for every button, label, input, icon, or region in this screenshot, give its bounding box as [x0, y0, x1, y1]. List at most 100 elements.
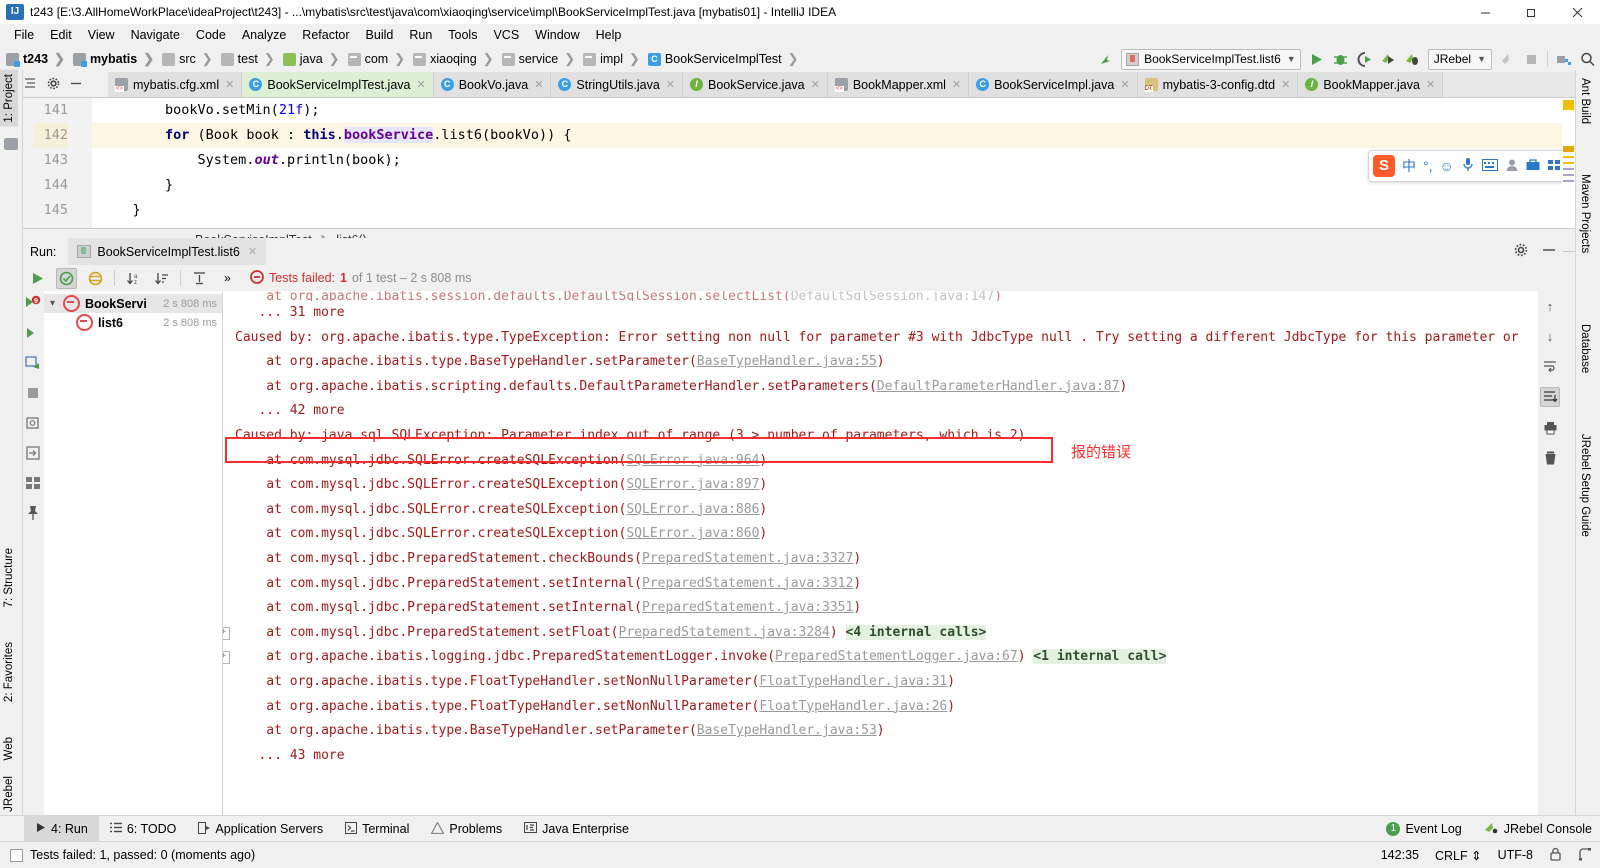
sidebar-item-favorites[interactable]: 2: Favorites [0, 638, 18, 706]
editor-tab-mybatis-cfg-xml[interactable]: mybatis.cfg.xml ✕ [108, 72, 243, 97]
console-link[interactable]: PreparedStatement.java:3284 [619, 625, 830, 640]
menu-window[interactable]: Window [527, 26, 587, 44]
menu-code[interactable]: Code [188, 26, 234, 44]
lock-icon[interactable] [1549, 847, 1562, 864]
punctuation-icon[interactable]: °, [1423, 158, 1433, 174]
close-tab-icon[interactable]: ✕ [534, 78, 543, 91]
internal-calls-badge[interactable]: <1 internal call> [1033, 649, 1167, 665]
editor-tab-bookserviceimpl-java[interactable]: C BookServiceImpl.java ✕ [969, 72, 1138, 97]
breadcrumb-item-test[interactable]: test ❯ [219, 51, 281, 67]
editor-tab-bookserviceimpltest-java[interactable]: C BookServiceImplTest.java ✕ [242, 72, 434, 97]
menu-run[interactable]: Run [401, 26, 440, 44]
run-with-coverage-icon[interactable] [1356, 51, 1373, 68]
print-icon[interactable] [1541, 419, 1559, 437]
menu-navigate[interactable]: Navigate [123, 26, 188, 44]
expand-collapse-icon[interactable] [190, 269, 209, 288]
show-ignored-toggle[interactable] [86, 269, 105, 288]
scroll-to-end-icon[interactable] [1540, 387, 1560, 407]
bottom-tab-terminal[interactable]: Terminal [334, 816, 420, 842]
test-results-tree[interactable]: ▾ BookServi 2 s 808 ms list6 2 s 808 ms [44, 291, 223, 816]
console-link[interactable]: BaseTypeHandler.java:55 [697, 354, 877, 369]
breadcrumb-item-bookserviceimpltest[interactable]: C BookServiceImplTest ❯ [646, 51, 805, 67]
scroll-up-icon[interactable]: ↑ [1541, 297, 1559, 315]
close-tab-icon[interactable]: ✕ [811, 78, 820, 91]
bottom-tab-problems[interactable]: Problems [420, 816, 513, 842]
export-icon[interactable] [25, 415, 41, 434]
console-link[interactable]: PreparedStatement.java:3351 [642, 600, 853, 615]
console-output[interactable]: at org.apache.ibatis.session.defaults.De… [223, 291, 1538, 816]
collapse-all-icon[interactable] [24, 77, 37, 93]
bottom-tab-java-enterprise[interactable]: Java Enterprise [513, 816, 640, 842]
close-tab-icon[interactable]: ✕ [1120, 78, 1129, 91]
bottom-tab-run[interactable]: 4: Run [24, 816, 99, 842]
hide-icon[interactable] [70, 77, 83, 93]
hide-window-icon[interactable] [1542, 243, 1556, 260]
sidebar-item-project[interactable]: 1: Project [0, 70, 18, 127]
breadcrumb-item-mybatis[interactable]: mybatis ❯ [71, 51, 160, 67]
console-link[interactable]: FloatTypeHandler.java:26 [759, 699, 947, 714]
line-separator[interactable]: CRLF ⇕ [1435, 848, 1482, 863]
console-link[interactable]: SQLError.java:897 [626, 477, 759, 492]
internal-calls-badge[interactable]: <4 internal calls> [845, 624, 987, 640]
editor-tab-bookmapper-xml[interactable]: BookMapper.xml ✕ [827, 72, 970, 97]
editor-tab-bookservice-java[interactable]: I BookService.java ✕ [683, 72, 828, 97]
console-link[interactable]: PreparedStatementLogger.java:67 [775, 649, 1018, 664]
console-link[interactable]: BaseTypeHandler.java:53 [697, 723, 877, 738]
sidebar-item-database[interactable]: Database [1576, 320, 1594, 377]
import-tests-icon[interactable] [25, 445, 41, 464]
breadcrumb-item-impl[interactable]: impl ❯ [581, 51, 646, 67]
menu-icon[interactable] [1547, 158, 1561, 174]
user-icon[interactable] [1505, 158, 1519, 175]
debug-icon[interactable] [1332, 51, 1349, 68]
keyboard-icon[interactable] [1481, 158, 1498, 174]
sidebar-item-ant-build[interactable]: Ant Build [1576, 74, 1594, 128]
sidebar-item-jrebel[interactable]: JRebel [0, 772, 18, 816]
test-tree-row-method[interactable]: list6 2 s 808 ms [44, 313, 222, 332]
pin-icon[interactable] [25, 505, 41, 524]
rerun-icon[interactable] [28, 269, 47, 288]
chevron-down-icon[interactable]: ▾ [50, 298, 63, 309]
trash-icon[interactable] [1541, 449, 1559, 467]
run-configuration-selector[interactable]: BookServiceImplTest.list6 ▼ [1121, 48, 1301, 70]
menu-tools[interactable]: Tools [440, 26, 485, 44]
breadcrumb-item-com[interactable]: com ❯ [346, 51, 412, 67]
test-tree-row-class[interactable]: ▾ BookServi 2 s 808 ms [44, 294, 222, 313]
menu-vcs[interactable]: VCS [485, 26, 527, 44]
editor-tab-bookmapper-java[interactable]: I BookMapper.java ✕ [1298, 72, 1444, 97]
more-actions-icon[interactable]: » [218, 269, 237, 288]
jrebel-debug-icon[interactable] [1404, 51, 1421, 68]
close-tab-icon[interactable]: ✕ [1281, 78, 1290, 91]
close-tab-icon[interactable]: ✕ [1426, 78, 1435, 91]
close-tab-icon[interactable]: ✕ [952, 78, 961, 91]
editor-error-stripe[interactable] [1562, 98, 1576, 218]
console-link[interactable]: PreparedStatement.java:3327 [642, 551, 853, 566]
close-button[interactable] [1554, 0, 1600, 24]
branch-icon[interactable] [1578, 847, 1592, 864]
editor-tab-mybatis-3-config-dtd[interactable]: mybatis-3-config.dtd ✕ [1137, 72, 1299, 97]
soft-wrap-icon[interactable] [1541, 357, 1559, 375]
sort-alphabetically-icon[interactable]: az [124, 269, 143, 288]
breadcrumb-item-t243[interactable]: t243 ❯ [4, 51, 71, 67]
console-link[interactable]: SQLError.java:860 [626, 526, 759, 541]
expand-internal-calls-icon[interactable]: + [223, 626, 230, 640]
emoji-icon[interactable]: ☺ [1440, 158, 1454, 174]
close-tab-icon[interactable]: ✕ [225, 78, 234, 91]
run-session-tab[interactable]: BookServiceImplTest.list6 ✕ [68, 238, 267, 265]
caret-position[interactable]: 142:35 [1381, 848, 1419, 862]
expand-internal-calls-icon[interactable]: + [223, 651, 230, 665]
file-encoding[interactable]: UTF-8 [1498, 848, 1533, 862]
sidebar-item-structure[interactable]: 7: Structure [0, 544, 18, 611]
toggle-autotest-icon[interactable] [25, 355, 41, 374]
close-tab-icon[interactable]: ✕ [666, 78, 675, 91]
jrebel-selector[interactable]: JRebel ▼ [1427, 48, 1492, 70]
jrebel-console-button[interactable]: JRebel Console [1484, 816, 1592, 842]
close-session-icon[interactable]: ✕ [248, 245, 257, 258]
search-icon[interactable] [1579, 51, 1596, 68]
menu-file[interactable]: File [6, 26, 42, 44]
toolbox-icon[interactable] [1526, 158, 1540, 174]
run-icon[interactable] [1308, 51, 1325, 68]
breadcrumb-item-src[interactable]: src ❯ [160, 51, 219, 67]
bottom-tab-application-servers[interactable]: Application Servers [187, 816, 334, 842]
jrebel-run-icon[interactable] [1380, 51, 1397, 68]
maximize-button[interactable] [1508, 0, 1554, 24]
